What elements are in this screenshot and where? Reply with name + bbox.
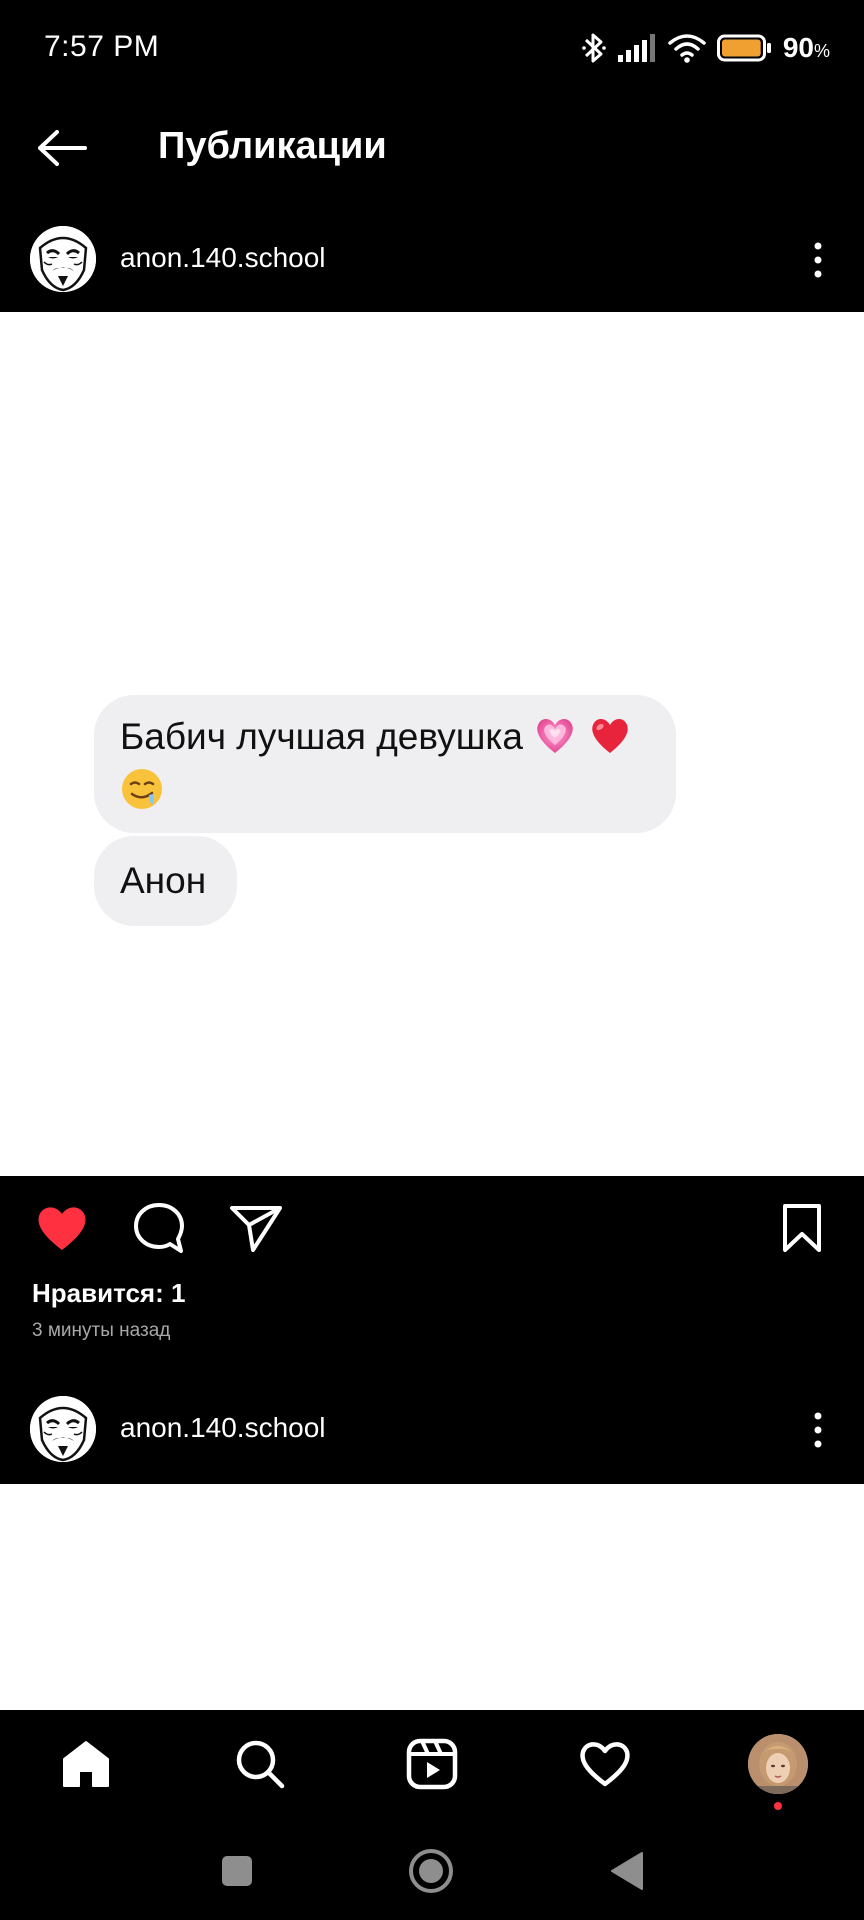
reels-icon [406,1738,458,1790]
post-image[interactable]: Бабич лучшая девушка Анон [0,312,864,1176]
search-icon [236,1740,285,1789]
post-time: 3 минуты назад [32,1320,171,1341]
share-button[interactable] [226,1198,286,1258]
post-actions: Нравится: 1 3 минуты назад [0,1176,864,1376]
post-image[interactable] [0,1484,864,1710]
back-button[interactable] [30,116,94,180]
post-header: anon.140.school [0,1376,864,1484]
message-text: Анон [120,860,207,901]
mask-avatar-icon [30,226,96,292]
profile-avatar[interactable] [748,1734,808,1794]
nav-search[interactable] [228,1732,292,1796]
user-avatar[interactable] [30,1396,96,1462]
likes-count[interactable]: Нравится: 1 [32,1278,185,1309]
mask-avatar-icon [30,1396,96,1462]
red-heart-emoji [588,715,632,767]
user-avatar[interactable] [30,226,96,292]
back-nav-button[interactable] [602,1846,652,1896]
recents-button[interactable] [212,1846,262,1896]
header: Публикации [0,96,864,208]
save-button[interactable] [772,1198,832,1258]
nav-home[interactable] [54,1732,118,1796]
status-bar: 7:57 PM 90% [0,0,864,96]
heart-filled-icon [38,1207,86,1250]
bluetooth-icon [581,31,607,65]
post-username[interactable]: anon.140.school [120,242,326,274]
growing-heart-emoji [533,715,577,767]
more-vertical-icon [814,242,822,278]
comment-icon [134,1203,184,1253]
bottom-nav [0,1710,864,1820]
comment-button[interactable] [129,1198,189,1258]
message-bubble: Бабич лучшая девушка [94,695,676,833]
signal-icon [617,33,657,63]
nav-reels[interactable] [400,1732,464,1796]
bookmark-icon [783,1204,821,1252]
triangle-back-icon [611,1852,643,1890]
heart-icon [580,1742,630,1787]
send-icon [230,1206,282,1252]
profile-photo [748,1734,808,1794]
post-username[interactable]: anon.140.school [120,1412,326,1444]
status-icons: 90% [581,28,830,68]
home-icon [63,1741,109,1787]
home-button[interactable] [406,1846,456,1896]
arrow-left-icon [38,130,87,166]
more-vertical-icon [814,1412,822,1448]
circle-icon [409,1849,453,1893]
system-nav-bar [0,1820,864,1920]
more-options-button[interactable] [794,234,842,286]
message-text: Бабич лучшая девушка [120,716,523,757]
more-options-button[interactable] [794,1404,842,1456]
page-title: Публикации [158,125,387,167]
post-header: anon.140.school [0,208,864,312]
nav-activity[interactable] [573,1732,637,1796]
status-time: 7:57 PM [44,30,160,63]
wifi-icon [667,32,707,64]
battery-icon [716,34,773,62]
battery-percent: 90% [782,32,830,63]
drooling-face-emoji [120,767,164,823]
like-button[interactable] [32,1198,92,1258]
square-icon [222,1856,252,1886]
notification-dot [774,1802,782,1810]
message-bubble: Анон [94,836,237,926]
